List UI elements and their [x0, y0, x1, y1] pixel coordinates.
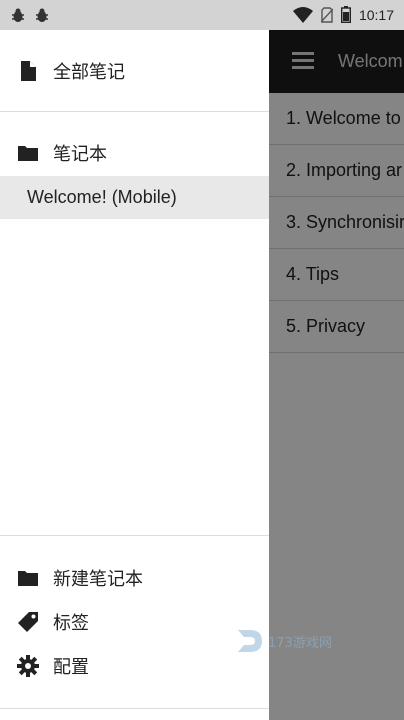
- battery-icon: [340, 6, 351, 23]
- file-icon: [21, 61, 36, 81]
- bug-icon: [12, 8, 24, 22]
- folder-icon: [18, 146, 38, 161]
- watermark: 173游戏网: [236, 628, 332, 654]
- drawer-item-label: 配置: [53, 657, 89, 678]
- navigation-drawer: 全部笔记 笔记本 Welcome! (Mobile) 新建笔记本 标签 配置: [0, 30, 269, 720]
- divider: [0, 111, 269, 112]
- status-bar: 10:17: [0, 0, 404, 30]
- divider: [0, 535, 269, 536]
- drawer-item-all-notes[interactable]: 全部笔记: [0, 52, 269, 90]
- bug-icon: [36, 8, 48, 22]
- gear-icon: [17, 655, 39, 677]
- drawer-item-notebooks[interactable]: 笔记本: [0, 134, 269, 172]
- watermark-text: 173游戏网: [268, 635, 332, 651]
- drawer-item-settings[interactable]: 配置: [0, 647, 269, 685]
- drawer-item-new-notebook[interactable]: 新建笔记本: [0, 559, 269, 597]
- status-left-icons: [10, 7, 50, 23]
- status-right-icons: 10:17: [292, 6, 394, 23]
- notebook-item-welcome-mobile[interactable]: Welcome! (Mobile): [0, 176, 269, 219]
- drawer-item-tags[interactable]: 标签: [0, 603, 269, 641]
- drawer-item-label: 笔记本: [53, 144, 107, 165]
- watermark-logo-icon: [238, 630, 262, 652]
- tag-icon: [18, 612, 38, 632]
- no-sim-icon: [320, 6, 333, 23]
- folder-icon: [18, 571, 38, 586]
- drawer-item-label: 新建笔记本: [53, 569, 143, 590]
- drawer-item-label: 标签: [53, 613, 89, 634]
- wifi-icon: [292, 6, 313, 23]
- divider: [0, 708, 269, 709]
- status-time: 10:17: [358, 6, 394, 23]
- drawer-item-label: 全部笔记: [53, 62, 125, 83]
